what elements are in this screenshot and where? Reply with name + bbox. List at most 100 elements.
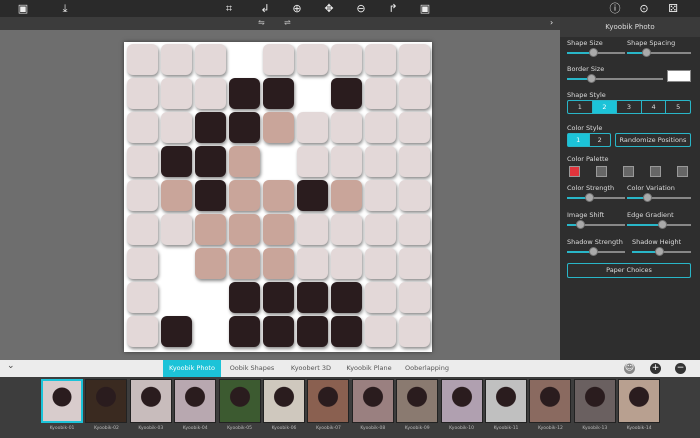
preset-thumbnail[interactable] (573, 379, 616, 423)
shape-style-option-4[interactable]: 4 (642, 101, 667, 113)
shape-spacing-slider[interactable] (627, 48, 691, 57)
paper-choices-button[interactable]: Paper Choices (567, 263, 691, 278)
border-size-slider[interactable] (567, 74, 663, 83)
mosaic-tile (297, 180, 328, 211)
slider-knob[interactable] (642, 48, 652, 57)
mosaic-tile (331, 282, 362, 313)
tab-ooberlapping[interactable]: Ooberlapping (400, 360, 454, 377)
slider-knob[interactable] (589, 247, 599, 256)
shape-style-option-1[interactable]: 1 (568, 101, 593, 113)
mosaic-tile (161, 146, 192, 177)
preset-thumbnail[interactable] (618, 379, 661, 423)
save-icon[interactable]: ⤓ (58, 2, 72, 15)
mosaic-tile (229, 248, 260, 279)
mosaic-tile (399, 146, 430, 177)
undo-icon[interactable]: ↲ (258, 2, 272, 15)
preset-thumbnail[interactable] (396, 379, 439, 423)
mosaic-tile (331, 248, 362, 279)
remove-preset-button[interactable]: − (675, 363, 686, 374)
shadow-height-slider[interactable] (632, 247, 691, 256)
shape-style-option-3[interactable]: 3 (617, 101, 642, 113)
slider-knob[interactable] (643, 193, 653, 202)
slider-knob[interactable] (589, 48, 599, 57)
palette-swatch[interactable] (677, 166, 688, 177)
border-color-swatch[interactable] (667, 70, 691, 82)
color-strength-slider[interactable] (567, 193, 625, 202)
flip-horizontal-icon[interactable]: ⇋ (258, 18, 265, 27)
image-shift-slider[interactable] (567, 220, 625, 229)
zoom-out-icon[interactable]: ⊖ (354, 2, 368, 15)
color-style-option-1[interactable]: 1 (568, 134, 590, 146)
preset-name: Kyoobik-01 (49, 426, 75, 431)
preview-icon[interactable]: ☺ (624, 363, 635, 374)
color-style-label: Color Style (567, 124, 603, 132)
preset-thumbnail[interactable] (529, 379, 572, 423)
slider-knob[interactable] (585, 193, 595, 202)
mosaic-tile (127, 180, 158, 211)
sub-toolbar: ⇋ ⇌ › (0, 17, 560, 30)
randomize-positions-button[interactable]: Randomize Positions (615, 133, 691, 147)
mosaic-tile (297, 248, 328, 279)
collapse-strip-button[interactable]: ⌄ (7, 361, 15, 371)
mosaic-artwork[interactable] (124, 42, 432, 352)
slider-knob[interactable] (654, 247, 664, 256)
crop-icon[interactable]: ⌗ (222, 2, 236, 15)
zoom-in-icon[interactable]: ⊕ (290, 2, 304, 15)
preset-name: Kyoobik-04 (182, 426, 208, 431)
settings-icon[interactable]: ⊙ (637, 2, 651, 15)
preset-name: Kyoobik-05 (227, 426, 253, 431)
image-shift-label: Image Shift (567, 211, 605, 219)
add-preset-button[interactable]: + (650, 363, 661, 374)
slider-knob[interactable] (587, 74, 596, 83)
preset-thumbnail[interactable] (351, 379, 394, 423)
move-icon[interactable]: ✥ (322, 2, 336, 15)
color-style-selector: 12 (567, 133, 611, 147)
preset-thumbnail[interactable] (218, 379, 261, 423)
fit-icon[interactable]: ▣ (418, 2, 432, 15)
mosaic-tile (297, 282, 328, 313)
preset-thumbnail[interactable] (174, 379, 217, 423)
palette-swatch[interactable] (650, 166, 661, 177)
preset-name: Kyoobik-14 (626, 426, 652, 431)
mosaic-tile (161, 112, 192, 143)
preset-thumbnail[interactable] (129, 379, 172, 423)
palette-swatch[interactable] (569, 166, 580, 177)
mosaic-tile (263, 248, 294, 279)
shape-style-option-5[interactable]: 5 (666, 101, 690, 113)
flip-vertical-icon[interactable]: ⇌ (284, 18, 291, 27)
color-variation-slider[interactable] (627, 193, 691, 202)
redo-icon[interactable]: ↱ (386, 2, 400, 15)
preset-thumbnail[interactable] (440, 379, 483, 423)
edge-gradient-slider[interactable] (627, 220, 691, 229)
palette-swatch[interactable] (596, 166, 607, 177)
preset-thumbnail[interactable] (307, 379, 350, 423)
mosaic-tile (195, 214, 226, 245)
palette-swatch[interactable] (623, 166, 634, 177)
mosaic-tile (365, 214, 396, 245)
preset-thumbnail[interactable] (85, 379, 128, 423)
mosaic-tile (365, 180, 396, 211)
shadow-strength-slider[interactable] (567, 247, 625, 256)
preset-thumbnail[interactable] (41, 379, 83, 423)
shape-style-option-2[interactable]: 2 (592, 101, 618, 113)
shape-size-slider[interactable] (567, 48, 625, 57)
tab-kyoobert-3d[interactable]: Kyoobert 3D (283, 360, 339, 377)
slider-knob[interactable] (658, 220, 668, 229)
info-icon[interactable]: ⓘ (608, 2, 622, 15)
mosaic-tile (229, 78, 260, 109)
tab-kyoobik-plane[interactable]: Kyoobik Plane (340, 360, 398, 377)
mosaic-tile (263, 112, 294, 143)
mosaic-tile (127, 78, 158, 109)
collapse-panel-button[interactable]: › (550, 18, 553, 27)
tab-oobik-shapes[interactable]: Oobik Shapes (222, 360, 282, 377)
mosaic-tile (161, 214, 192, 245)
presets-strip: Kyoobik-01 Kyoobik-02 Kyoobik-03 Kyoobik-04… (0, 377, 700, 438)
open-image-icon[interactable]: ▣ (16, 2, 30, 15)
tab-kyoobik-photo[interactable]: Kyoobik Photo (163, 360, 221, 377)
randomize-icon[interactable]: ⚄ (666, 2, 680, 15)
preset-thumbnail[interactable] (263, 379, 305, 423)
slider-knob[interactable] (575, 220, 585, 229)
shape-style-selector: 12345 (567, 100, 691, 114)
color-style-option-2[interactable]: 2 (590, 134, 611, 146)
preset-thumbnail[interactable] (485, 379, 527, 423)
